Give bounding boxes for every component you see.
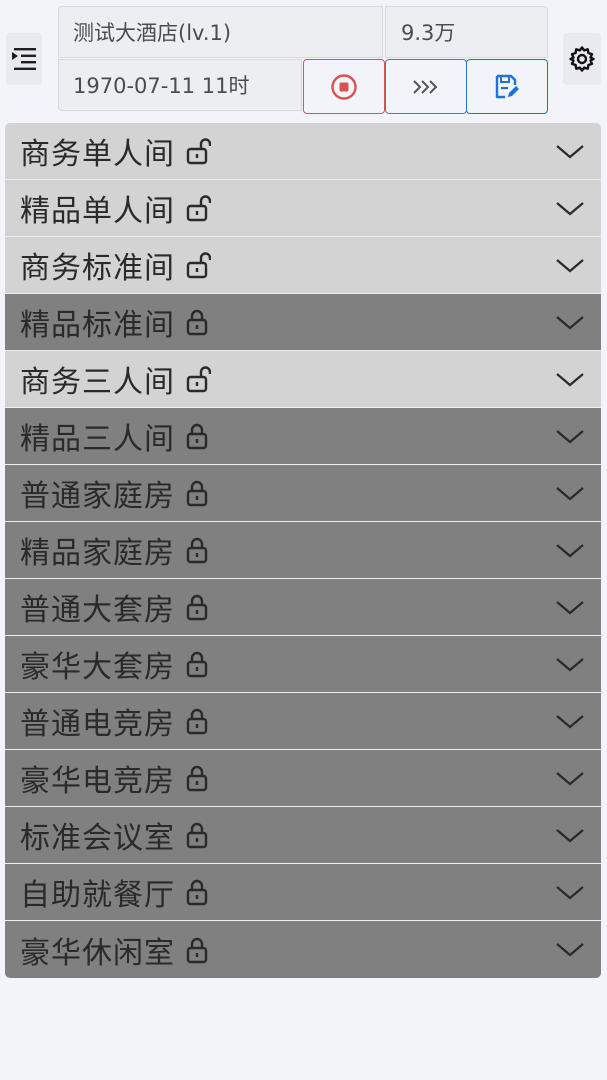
room-name: 商务单人间	[20, 137, 175, 172]
fast-forward-icon	[413, 79, 438, 94]
room-name: 豪华休闲室	[20, 935, 175, 971]
chevron-down-icon[interactable]	[555, 198, 585, 218]
room-name: 普通家庭房	[20, 479, 175, 514]
room-row[interactable]: 商务单人间	[5, 123, 601, 180]
chevron-down-icon[interactable]	[555, 255, 585, 275]
lock-closed-icon	[185, 478, 211, 508]
menu-toggle-button[interactable]	[6, 33, 42, 85]
room-name: 商务标准间	[20, 251, 175, 286]
lock-closed-icon	[185, 421, 211, 451]
settings-button[interactable]	[563, 33, 601, 85]
lock-closed-icon	[185, 877, 211, 907]
room-row[interactable]: 精品单人间	[5, 180, 601, 237]
lock-closed-icon	[185, 592, 211, 622]
stop-circle-icon	[331, 73, 357, 100]
room-row[interactable]: 标准会议室	[5, 807, 601, 864]
chevron-down-icon[interactable]	[555, 654, 585, 674]
chevron-down-icon[interactable]	[555, 312, 585, 332]
lock-open-icon	[185, 136, 211, 166]
chevron-down-icon[interactable]	[555, 939, 585, 959]
room-name: 精品三人间	[20, 422, 175, 457]
chevron-down-icon[interactable]	[555, 426, 585, 446]
lock-open-icon	[185, 250, 211, 280]
save-button[interactable]	[466, 59, 548, 114]
money-display: 9.3万	[385, 6, 548, 58]
room-name: 精品家庭房	[20, 536, 175, 571]
lock-closed-icon	[185, 820, 211, 850]
lock-open-icon	[185, 193, 211, 223]
chevron-down-icon[interactable]	[555, 882, 585, 902]
chevron-down-icon[interactable]	[555, 597, 585, 617]
lock-open-icon	[185, 364, 211, 394]
room-row[interactable]: 普通家庭房	[5, 465, 601, 522]
lock-closed-icon	[185, 935, 211, 965]
room-name: 普通大套房	[20, 593, 175, 628]
room-name: 商务三人间	[20, 365, 175, 400]
room-list: 商务单人间精品单人间商务标准间精品标准间商务三人间精品三人间普通家庭房精品家庭房…	[5, 123, 601, 978]
indent-menu-icon	[12, 48, 36, 70]
room-row[interactable]: 普通电竞房	[5, 693, 601, 750]
chevron-down-icon[interactable]	[555, 540, 585, 560]
chevron-down-icon[interactable]	[555, 483, 585, 503]
room-name: 普通电竞房	[20, 707, 175, 742]
room-name: 豪华大套房	[20, 650, 175, 685]
chevron-down-icon[interactable]	[555, 141, 585, 161]
room-row[interactable]: 自助就餐厅	[5, 864, 601, 921]
hotel-name: 测试大酒店(lv.1)	[58, 6, 383, 58]
chevron-down-icon[interactable]	[555, 711, 585, 731]
stop-button[interactable]	[303, 59, 385, 114]
room-row[interactable]: 精品标准间	[5, 294, 601, 351]
room-row[interactable]: 商务三人间	[5, 351, 601, 408]
fast-forward-button[interactable]	[385, 59, 467, 114]
room-row[interactable]: 精品家庭房	[5, 522, 601, 579]
room-row[interactable]: 精品三人间	[5, 408, 601, 465]
hotel-app: 测试大酒店(lv.1) 9.3万 1970-07-11 11时 商务单人间 精品…	[0, 0, 607, 1080]
lock-closed-icon	[185, 649, 211, 679]
lock-closed-icon	[185, 535, 211, 565]
room-name: 精品标准间	[20, 308, 175, 343]
lock-closed-icon	[185, 763, 211, 793]
room-row[interactable]: 豪华休闲室	[5, 921, 601, 978]
room-row[interactable]: 普通大套房	[5, 579, 601, 636]
room-row[interactable]: 豪华大套房	[5, 636, 601, 693]
chevron-down-icon[interactable]	[555, 825, 585, 845]
room-name: 标准会议室	[20, 821, 175, 856]
room-row[interactable]: 商务标准间	[5, 237, 601, 294]
save-edit-icon	[495, 74, 519, 98]
gear-icon	[569, 46, 595, 72]
game-time: 1970-07-11 11时	[58, 59, 302, 111]
room-row[interactable]: 豪华电竞房	[5, 750, 601, 807]
room-name: 豪华电竞房	[20, 764, 175, 799]
lock-closed-icon	[185, 307, 211, 337]
room-name: 自助就餐厅	[20, 878, 175, 913]
room-name: 精品单人间	[20, 194, 175, 229]
lock-closed-icon	[185, 706, 211, 736]
chevron-down-icon[interactable]	[555, 369, 585, 389]
chevron-down-icon[interactable]	[555, 768, 585, 788]
